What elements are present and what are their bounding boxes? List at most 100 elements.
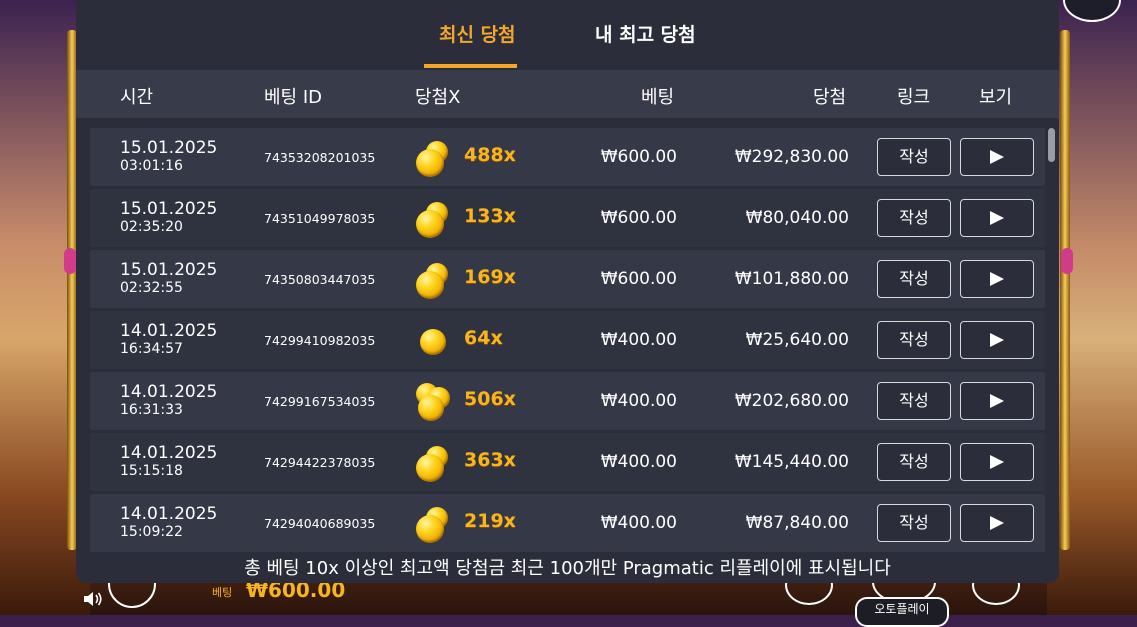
row-time: 16:31:33 xyxy=(120,402,183,418)
replay-play-button[interactable] xyxy=(960,199,1034,237)
row-multiplier: 363x xyxy=(464,449,516,471)
share-link-button[interactable]: 작성 xyxy=(877,443,951,481)
play-icon xyxy=(990,394,1004,408)
share-link-button[interactable]: 작성 xyxy=(877,199,951,237)
play-icon xyxy=(990,150,1004,164)
play-icon xyxy=(990,272,1004,286)
coins-icon xyxy=(414,200,458,238)
coin-icon xyxy=(416,271,444,299)
tab-my-best-wins[interactable]: 내 최고 당첨 xyxy=(595,20,696,47)
row-bet-id: 74351049978035 xyxy=(264,211,376,226)
row-time: 02:35:20 xyxy=(120,219,183,235)
row-date: 14.01.2025 xyxy=(120,321,218,341)
share-link-button[interactable]: 작성 xyxy=(877,382,951,420)
row-bet-amount: ₩400.00 xyxy=(600,452,677,472)
row-win-amount: ₩101,880.00 xyxy=(734,269,849,289)
row-win-amount: ₩202,680.00 xyxy=(734,391,849,411)
share-link-button[interactable]: 작성 xyxy=(877,260,951,298)
row-date: 15.01.2025 xyxy=(120,138,218,158)
row-date: 14.01.2025 xyxy=(120,382,218,402)
footer-note: 총 베팅 10x 이상인 최고액 당첨금 최근 100개만 Pragmatic … xyxy=(244,558,891,579)
table-header: 시간 베팅 ID 당첨X 베팅 당첨 링크 보기 xyxy=(76,70,1059,118)
table-row: 15.01.2025 02:35:20 74351049978035 133x … xyxy=(90,189,1045,247)
row-bet-id: 74353208201035 xyxy=(264,150,376,165)
active-tab-indicator xyxy=(424,64,517,68)
win-history-panel: 최신 당첨 내 최고 당첨 시간 베팅 ID 당첨X 베팅 당첨 링크 보기 1… xyxy=(76,0,1059,583)
column-header-bet: 베팅 xyxy=(641,87,675,108)
coins-icon xyxy=(414,139,458,177)
play-icon xyxy=(990,455,1004,469)
table-row: 14.01.2025 16:34:57 74299410982035 64x ₩… xyxy=(90,311,1045,369)
row-bet-id: 74350803447035 xyxy=(264,272,376,287)
coins-icon xyxy=(414,444,458,482)
row-multiplier: 64x xyxy=(464,327,503,349)
replay-play-button[interactable] xyxy=(960,443,1034,481)
row-bet-amount: ₩600.00 xyxy=(600,147,677,167)
row-multiplier: 219x xyxy=(464,510,516,532)
coins-icon xyxy=(414,322,458,360)
row-date: 14.01.2025 xyxy=(120,443,218,463)
coin-icon xyxy=(420,329,446,355)
replay-play-button[interactable] xyxy=(960,382,1034,420)
row-bet-id: 74294040689035 xyxy=(264,516,376,531)
row-date: 15.01.2025 xyxy=(120,260,218,280)
speaker-icon[interactable] xyxy=(82,590,104,608)
row-time: 16:34:57 xyxy=(120,341,183,357)
row-date: 15.01.2025 xyxy=(120,199,218,219)
play-icon xyxy=(990,516,1004,530)
column-header-link: 링크 xyxy=(897,87,931,108)
autoplay-button[interactable]: 오토플레이 xyxy=(855,597,949,627)
share-link-button[interactable]: 작성 xyxy=(877,321,951,359)
row-time: 15:09:22 xyxy=(120,524,183,540)
row-bet-amount: ₩600.00 xyxy=(600,269,677,289)
bet-label: 베팅 xyxy=(212,586,233,599)
column-header-view: 보기 xyxy=(979,87,1013,108)
row-win-amount: ₩25,640.00 xyxy=(745,330,849,350)
column-header-bet-id: 베팅 ID xyxy=(264,87,323,108)
coin-icon xyxy=(416,149,444,177)
column-header-win: 당첨 xyxy=(813,87,847,108)
row-bet-amount: ₩400.00 xyxy=(600,330,677,350)
row-date: 14.01.2025 xyxy=(120,504,218,524)
row-win-amount: ₩145,440.00 xyxy=(734,452,849,472)
play-icon xyxy=(990,211,1004,225)
row-time: 03:01:16 xyxy=(120,158,183,174)
row-win-amount: ₩292,830.00 xyxy=(734,147,849,167)
column-header-multiplier: 당첨X xyxy=(415,87,461,108)
table-row: 15.01.2025 03:01:16 74353208201035 488x … xyxy=(90,128,1045,186)
table-row: 14.01.2025 15:15:18 74294422378035 363x … xyxy=(90,433,1045,491)
coins-icon xyxy=(414,261,458,299)
row-multiplier: 506x xyxy=(464,388,516,410)
row-bet-amount: ₩600.00 xyxy=(600,208,677,228)
play-icon xyxy=(990,333,1004,347)
coin-icon xyxy=(416,454,444,482)
row-bet-amount: ₩400.00 xyxy=(600,513,677,533)
row-bet-id: 74299167534035 xyxy=(264,394,376,409)
coin-icon xyxy=(418,395,444,421)
row-win-amount: ₩87,840.00 xyxy=(745,513,849,533)
row-bet-id: 74299410982035 xyxy=(264,333,376,348)
share-link-button[interactable]: 작성 xyxy=(877,138,951,176)
coins-icon xyxy=(414,383,458,421)
coins-icon xyxy=(414,505,458,543)
share-link-button[interactable]: 작성 xyxy=(877,504,951,542)
table-row: 14.01.2025 15:09:22 74294040689035 219x … xyxy=(90,494,1045,552)
frame-pillar-right xyxy=(1060,30,1070,550)
row-time: 02:32:55 xyxy=(120,280,183,296)
replay-play-button[interactable] xyxy=(960,260,1034,298)
row-multiplier: 133x xyxy=(464,205,516,227)
row-win-amount: ₩80,040.00 xyxy=(745,208,849,228)
scrollbar-thumb[interactable] xyxy=(1048,128,1055,162)
column-header-time: 시간 xyxy=(120,87,154,108)
replay-play-button[interactable] xyxy=(960,504,1034,542)
tab-latest-wins[interactable]: 최신 당첨 xyxy=(439,20,516,47)
replay-play-button[interactable] xyxy=(960,138,1034,176)
coin-icon xyxy=(416,515,444,543)
win-history-list[interactable]: 15.01.2025 03:01:16 74353208201035 488x … xyxy=(90,128,1045,553)
row-multiplier: 169x xyxy=(464,266,516,288)
row-bet-amount: ₩400.00 xyxy=(600,391,677,411)
row-multiplier: 488x xyxy=(464,144,516,166)
frame-gem-left xyxy=(64,248,76,274)
replay-play-button[interactable] xyxy=(960,321,1034,359)
coin-icon xyxy=(416,210,444,238)
